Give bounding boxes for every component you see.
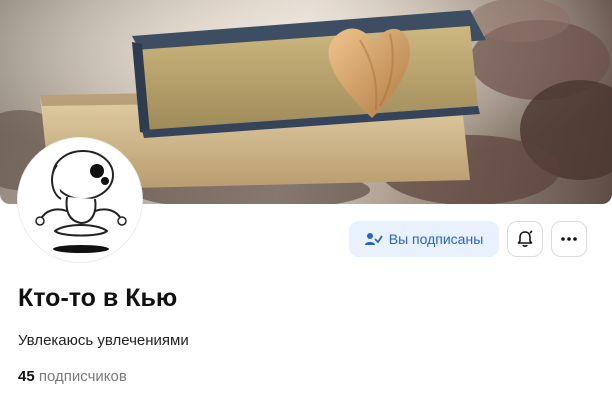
subscribers-label: подписчиков — [38, 368, 127, 385]
subscribed-label: Вы подписаны — [388, 231, 484, 247]
avatar[interactable] — [18, 138, 142, 262]
user-check-icon — [364, 232, 383, 246]
subscribers-count[interactable]: 45 подписчиков — [18, 368, 127, 385]
more-options-button[interactable] — [551, 221, 587, 257]
subscribed-button[interactable]: Вы подписаны — [349, 221, 499, 257]
subscribers-number: 45 — [18, 368, 35, 385]
more-dots-icon — [561, 237, 577, 241]
profile-description: Увлекаюсь увлечениями — [18, 332, 189, 349]
profile-name: Кто-то в Кью — [18, 284, 178, 312]
bell-icon — [517, 230, 533, 247]
notification-bell-button[interactable] — [507, 221, 543, 257]
